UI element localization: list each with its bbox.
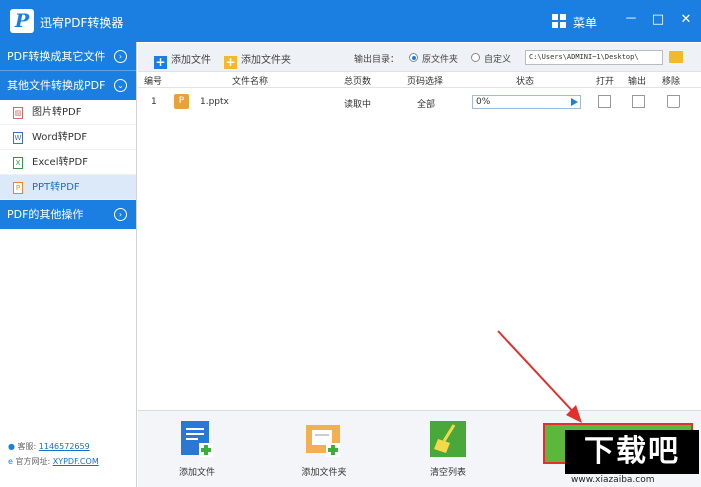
clear-list-label: 清空列表 — [429, 468, 466, 478]
minimize-button[interactable]: － — [621, 9, 641, 31]
sidebar-item-image-to-pdf[interactable]: ▨ 图片转PDF — [0, 100, 136, 125]
add-folder-icon: + — [224, 55, 237, 69]
sidebar-item-label: Excel转PDF — [32, 157, 88, 168]
add-file-label: 添加文件 — [178, 468, 215, 478]
output-folder-icon[interactable] — [632, 95, 645, 108]
broom-icon — [428, 419, 468, 459]
support-icon: ● — [8, 442, 15, 451]
row-page-select[interactable]: 全部 — [417, 97, 435, 110]
watermark: 下载吧 www.xiazaiba.com — [565, 430, 699, 487]
col-open: 打开 — [596, 77, 615, 87]
add-folder-label: 添加文件夹 — [301, 468, 347, 478]
sidebar-item-ppt-to-pdf[interactable]: P PPT转PDF — [0, 175, 136, 200]
browse-folder-icon[interactable] — [669, 51, 683, 63]
radio-original-folder[interactable] — [409, 53, 418, 62]
add-file-button[interactable]: 添加文件 — [169, 419, 225, 478]
row-progress-text: 0% — [476, 97, 491, 107]
toolbar-add-file-label: 添加文件 — [171, 55, 211, 66]
word-file-icon: W — [13, 132, 23, 144]
sidebar-item-label: 图片转PDF — [32, 107, 82, 118]
ppt-file-icon: P — [174, 94, 189, 109]
row-index: 1 — [151, 97, 157, 107]
row-filename: 1.pptx — [200, 97, 229, 107]
trash-icon[interactable] — [667, 95, 680, 108]
col-filename: 文件名称 — [232, 77, 269, 87]
sidebar-section-other-to-pdf[interactable]: 其他文件转换成PDF ⌄ — [0, 71, 136, 100]
website-link[interactable]: XYPDF.COM — [53, 457, 99, 466]
website-info: e 官方网址: XYPDF.COM — [8, 456, 99, 467]
chevron-down-icon: ⌄ — [114, 79, 127, 92]
radio-custom-folder[interactable] — [471, 53, 480, 62]
add-file-large-icon — [177, 419, 217, 459]
table-row[interactable]: 1 P 1.pptx 读取中 全部 0% — [138, 90, 701, 114]
support-info: ● 客服: 1146572659 — [8, 441, 90, 452]
title-bar: P 迅宥PDF转换器 菜单 － □ ✕ — [0, 0, 701, 42]
maximize-button[interactable]: □ — [648, 9, 668, 31]
toolbar-add-folder-label: 添加文件夹 — [241, 55, 291, 66]
sidebar-section-label: PDF转换成其它文件 — [7, 50, 106, 63]
app-logo-icon: P — [10, 9, 34, 33]
menu-button[interactable]: 菜单 — [573, 14, 597, 31]
radio-original-folder-label: 原文件夹 — [422, 55, 459, 65]
sidebar-item-label: Word转PDF — [32, 132, 88, 143]
col-total-pages: 总页数 — [344, 77, 372, 87]
sidebar-item-label: PPT转PDF — [32, 182, 80, 193]
sidebar-section-pdf-to-other[interactable]: PDF转换成其它文件 › — [0, 42, 136, 71]
col-status: 状态 — [516, 77, 535, 87]
toolbar-add-file-button[interactable]: + 添加文件 — [154, 51, 211, 69]
col-remove: 移除 — [662, 77, 681, 87]
add-file-icon: + — [154, 55, 167, 69]
output-path-input[interactable]: C:\Users\ADMINI~1\Desktop\ — [525, 50, 663, 65]
image-file-icon: ▨ — [13, 107, 23, 119]
file-table-header: 编号 文件名称 总页数 页码选择 状态 打开 输出 移除 — [138, 72, 701, 88]
col-output: 输出 — [628, 77, 647, 87]
support-qq-link[interactable]: 1146572659 — [39, 442, 90, 451]
clear-list-button[interactable]: 清空列表 — [420, 419, 476, 478]
add-folder-button[interactable]: 添加文件夹 — [294, 419, 354, 478]
ppt-file-icon: P — [13, 182, 23, 194]
excel-file-icon: X — [13, 157, 23, 169]
row-progress-bar: 0% — [472, 95, 581, 109]
support-label: 客服: — [17, 442, 37, 451]
browser-icon: e — [8, 457, 13, 466]
sidebar-item-word-to-pdf[interactable]: W Word转PDF — [0, 125, 136, 150]
output-dir-label: 输出目录： — [354, 55, 400, 65]
sidebar-section-label: 其他文件转换成PDF — [7, 79, 106, 92]
sidebar-section-pdf-other-ops[interactable]: PDF的其他操作 › — [0, 200, 136, 229]
menu-grid-icon[interactable] — [552, 14, 566, 28]
close-button[interactable]: ✕ — [676, 9, 696, 31]
col-page-select: 页码选择 — [407, 77, 444, 87]
sidebar: PDF转换成其它文件 › 其他文件转换成PDF ⌄ ▨ 图片转PDF W Wor… — [0, 42, 137, 487]
website-label: 官方网址: — [15, 457, 51, 466]
watermark-url: www.xiazaiba.com — [571, 475, 655, 485]
row-total-pages: 读取中 — [344, 100, 372, 110]
app-title: 迅宥PDF转换器 — [40, 16, 124, 30]
col-index: 编号 — [144, 77, 163, 87]
play-icon[interactable] — [571, 98, 578, 106]
open-file-icon[interactable] — [598, 95, 611, 108]
watermark-brand: 下载吧 — [565, 430, 699, 474]
toolbar-add-folder-button[interactable]: + 添加文件夹 — [224, 51, 291, 69]
add-folder-large-icon — [304, 419, 344, 459]
toolbar: + 添加文件 + 添加文件夹 输出目录： 原文件夹 自定义 C:\Users\ADM… — [138, 43, 701, 72]
sidebar-section-label: PDF的其他操作 — [7, 208, 84, 221]
sidebar-item-excel-to-pdf[interactable]: X Excel转PDF — [0, 150, 136, 175]
chevron-right-icon: › — [114, 208, 127, 221]
radio-custom-folder-label: 自定义 — [484, 55, 512, 65]
chevron-right-icon: › — [114, 50, 127, 63]
